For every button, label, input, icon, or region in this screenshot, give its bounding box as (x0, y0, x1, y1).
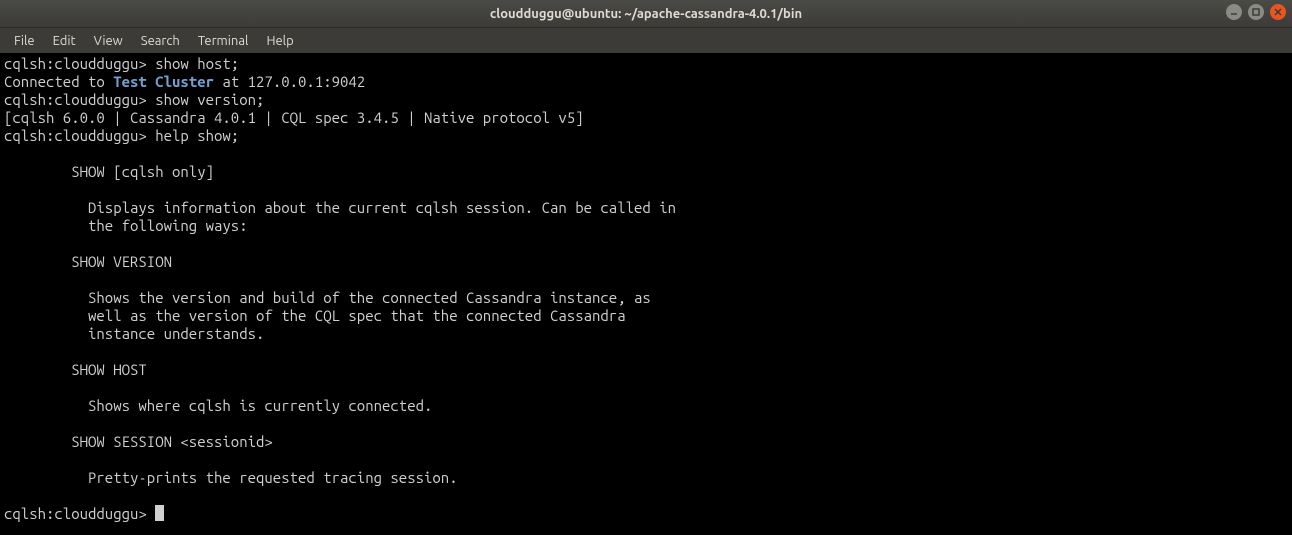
terminal-line: Shows where cqlsh is currently connected… (4, 397, 1288, 415)
prompt: cqlsh:cloudduggu> (4, 91, 155, 108)
terminal-line: Shows the version and build of the conne… (4, 289, 1288, 307)
window-title: cloudduggu@ubuntu: ~/apache-cassandra-4.… (490, 7, 802, 21)
terminal-line (4, 145, 1288, 163)
terminal-line (4, 235, 1288, 253)
terminal-line: SHOW SESSION <sessionid> (4, 433, 1288, 451)
menubar: File Edit View Search Terminal Help (0, 28, 1292, 53)
terminal-line (4, 181, 1288, 199)
terminal-line: instance understands. (4, 325, 1288, 343)
menu-view[interactable]: View (86, 31, 131, 51)
command-text: show version; (155, 91, 264, 108)
menu-terminal[interactable]: Terminal (190, 31, 257, 51)
maximize-icon[interactable] (1248, 4, 1264, 20)
terminal-line: Pretty-prints the requested tracing sess… (4, 469, 1288, 487)
command-text: show host; (155, 55, 239, 72)
cursor-icon (155, 505, 164, 521)
terminal-line (4, 271, 1288, 289)
window-titlebar: cloudduggu@ubuntu: ~/apache-cassandra-4.… (0, 0, 1292, 28)
prompt: cqlsh:cloudduggu> (4, 55, 155, 72)
terminal-line: cqlsh:cloudduggu> (4, 505, 1288, 523)
terminal-line: Displays information about the current c… (4, 199, 1288, 217)
terminal-line: SHOW HOST (4, 361, 1288, 379)
prompt: cqlsh:cloudduggu> (4, 127, 155, 144)
terminal-line: SHOW VERSION (4, 253, 1288, 271)
terminal-line: [cqlsh 6.0.0 | Cassandra 4.0.1 | CQL spe… (4, 109, 1288, 127)
window-controls (1226, 4, 1286, 20)
menu-file[interactable]: File (6, 31, 43, 51)
terminal-line (4, 451, 1288, 469)
terminal-line: Connected to Test Cluster at 127.0.0.1:9… (4, 73, 1288, 91)
output-text: at 127.0.0.1:9042 (214, 73, 365, 90)
output-text: Connected to (4, 73, 113, 90)
terminal-line: cqlsh:cloudduggu> help show; (4, 127, 1288, 145)
prompt: cqlsh:cloudduggu> (4, 505, 155, 522)
terminal-line: SHOW [cqlsh only] (4, 163, 1288, 181)
terminal-line: cqlsh:cloudduggu> show host; (4, 55, 1288, 73)
terminal-line (4, 379, 1288, 397)
terminal-line (4, 343, 1288, 361)
terminal-area[interactable]: cqlsh:cloudduggu> show host; Connected t… (0, 53, 1292, 535)
terminal-line: the following ways: (4, 217, 1288, 235)
cluster-name: Test Cluster (113, 73, 214, 90)
terminal-line: cqlsh:cloudduggu> show version; (4, 91, 1288, 109)
menu-edit[interactable]: Edit (45, 31, 84, 51)
terminal-line (4, 415, 1288, 433)
terminal-line (4, 487, 1288, 505)
close-icon[interactable] (1270, 4, 1286, 20)
menu-help[interactable]: Help (258, 31, 301, 51)
minimize-icon[interactable] (1226, 4, 1242, 20)
menu-search[interactable]: Search (133, 31, 188, 51)
command-text: help show; (155, 127, 239, 144)
terminal-line: well as the version of the CQL spec that… (4, 307, 1288, 325)
